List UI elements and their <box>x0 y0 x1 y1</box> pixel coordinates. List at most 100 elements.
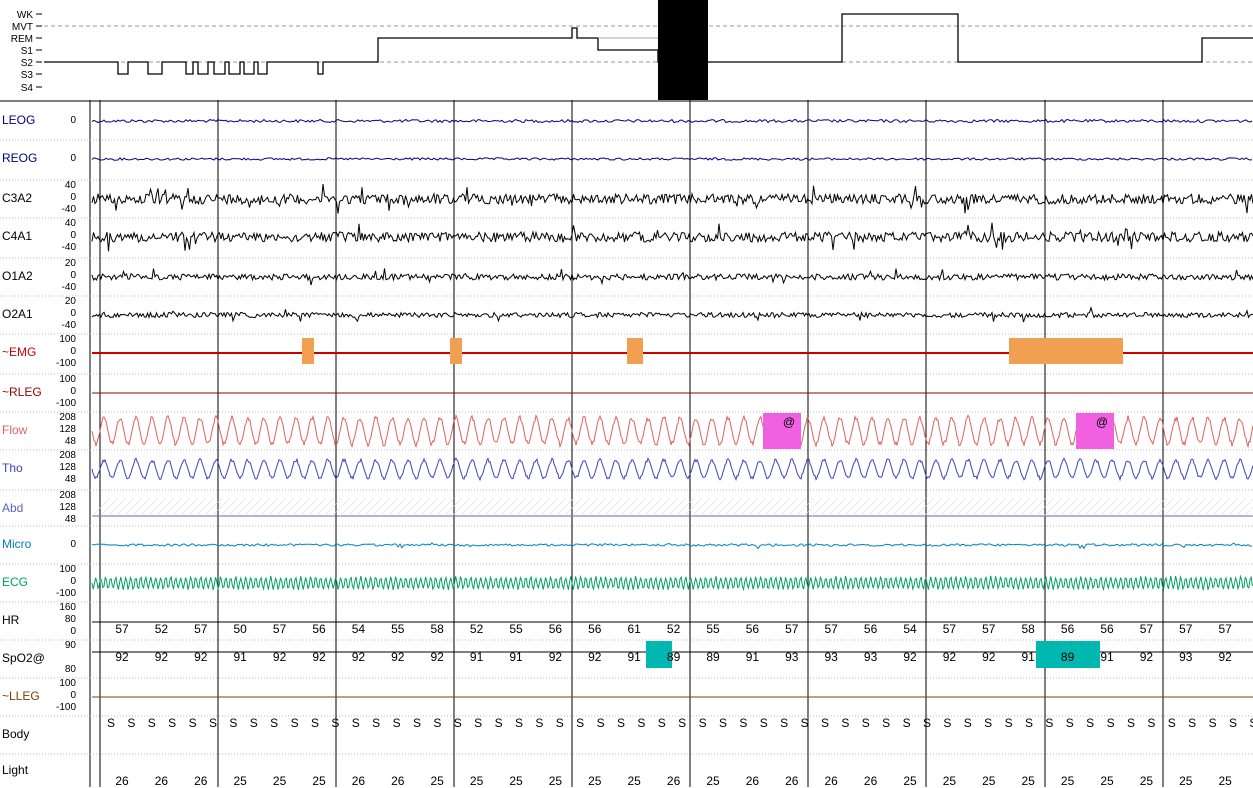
channel-scale-value: 208 <box>59 412 76 423</box>
abd-hatch <box>435 497 455 517</box>
abd-hatch <box>579 497 599 517</box>
abd-hatch <box>603 497 623 517</box>
c4a1-trace <box>91 222 1253 252</box>
abd-hatch <box>387 497 407 517</box>
channel-label-tho[interactable]: Tho <box>2 461 23 475</box>
light-value: 25 <box>1179 774 1193 788</box>
channel-label-light[interactable]: Light <box>2 763 28 777</box>
channel-scale-value: 0 <box>70 153 76 164</box>
channel-label-leog[interactable]: LEOG <box>2 113 35 127</box>
channel-scale-value: 128 <box>59 502 76 513</box>
channel-scale-value: 0 <box>70 690 76 701</box>
body-position-value: S <box>494 716 503 730</box>
channel-scale-value: 0 <box>70 539 76 550</box>
channel-label-emg[interactable]: ~EMG <box>2 345 36 359</box>
channel-label-o1a2[interactable]: O1A2 <box>2 269 33 283</box>
channel-scale-value: 40 <box>64 218 76 229</box>
body-position-value: S <box>678 716 687 730</box>
body-position-value: S <box>1004 716 1013 730</box>
channel-label-abd[interactable]: Abd <box>2 501 23 515</box>
abd-hatch <box>1211 497 1231 517</box>
abd-hatch <box>1235 498 1253 517</box>
signal-traces-panel[interactable]: @ @ <box>0 100 1253 787</box>
channel-scale-value: 128 <box>59 462 76 473</box>
abd-hatch <box>187 497 207 517</box>
channel-scale-value: 48 <box>64 514 76 525</box>
abd-hatch <box>787 497 807 517</box>
abd-hatch <box>539 497 559 517</box>
body-position-value: S <box>1065 716 1074 730</box>
channel-scale-value: 48 <box>64 436 76 447</box>
abd-hatch <box>979 497 999 517</box>
abd-hatch <box>995 497 1015 517</box>
channel-label-rleg[interactable]: ~RLEG <box>2 385 42 399</box>
hr-value: 55 <box>706 622 720 636</box>
light-value: 25 <box>627 774 641 788</box>
abd-hatch <box>987 497 1007 517</box>
body-position-value: S <box>943 716 952 730</box>
light-value: 25 <box>903 774 917 788</box>
abd-hatch <box>323 497 343 517</box>
abd-hatch <box>891 497 911 517</box>
abd-hatch <box>123 497 143 517</box>
abd-hatch <box>139 497 159 517</box>
channel-scale-value: 0 <box>70 576 76 587</box>
channel-label-micro[interactable]: Micro <box>2 537 31 551</box>
abd-hatch <box>427 497 447 517</box>
spo2-value: 89 <box>666 650 681 664</box>
abd-hatch <box>923 497 943 517</box>
abd-hatch <box>243 497 263 517</box>
abd-hatch <box>795 497 815 517</box>
abd-hatch <box>523 497 543 517</box>
channel-label-flow[interactable]: Flow <box>2 423 27 437</box>
light-value: 26 <box>154 774 169 788</box>
channel-label-ecg[interactable]: ECG <box>2 575 28 589</box>
abd-hatch <box>547 497 567 517</box>
light-value: 25 <box>1218 774 1232 788</box>
channel-label-spo2[interactable]: SpO2@ <box>2 651 45 665</box>
abd-hatch <box>515 497 535 517</box>
light-value: 26 <box>194 774 208 788</box>
abd-hatch <box>251 497 271 517</box>
o1a2-trace <box>91 268 1253 286</box>
abd-hatch <box>203 497 223 517</box>
channel-label-lleg[interactable]: ~LLEG <box>2 689 40 703</box>
abd-hatch <box>419 497 439 517</box>
abd-hatch <box>483 497 503 517</box>
channel-label-hr[interactable]: HR <box>2 613 19 627</box>
abd-hatch <box>563 497 583 517</box>
body-position-value: S <box>1106 716 1115 730</box>
body-position-value: S <box>657 716 666 730</box>
channel-scale-value: 0 <box>70 346 76 357</box>
body-position-value: S <box>861 716 870 730</box>
spo2-value: 91 <box>469 650 484 664</box>
channel-scale-value: 0 <box>70 626 76 637</box>
channel-scale-value: 0 <box>70 115 76 126</box>
spo2-value: 93 <box>785 650 799 664</box>
channel-scale-value: 20 <box>64 258 76 269</box>
channel-label-c4a1[interactable]: C4A1 <box>2 229 32 243</box>
hr-value: 56 <box>548 622 563 636</box>
abd-hatch <box>651 497 671 517</box>
channel-label-c3a2[interactable]: C3A2 <box>2 191 32 205</box>
light-value: 25 <box>1139 774 1154 788</box>
abd-hatch <box>571 497 591 517</box>
hr-value: 56 <box>745 622 760 636</box>
abd-hatch <box>1083 497 1103 517</box>
channel-label-body[interactable]: Body <box>2 727 29 741</box>
hr-value: 57 <box>1139 622 1154 636</box>
hypnogram-stage-label: S3 <box>21 70 34 81</box>
spo2-value: 93 <box>824 650 838 664</box>
hypnogram-stage-label: MVT <box>12 22 33 33</box>
channel-label-reog[interactable]: REOG <box>2 151 37 165</box>
leog-trace <box>91 118 1253 124</box>
abd-hatch <box>843 497 863 517</box>
abd-hatch <box>1171 497 1191 517</box>
abd-hatch <box>643 497 663 517</box>
channel-label-o2a1[interactable]: O2A1 <box>2 307 33 321</box>
body-position-value: S <box>392 716 401 730</box>
abd-hatch <box>691 497 711 517</box>
hypnogram[interactable]: WKMVTREMS1S2S3 S4 <box>0 0 1253 102</box>
hr-value: 57 <box>115 622 129 636</box>
body-position-value: S <box>1086 716 1095 730</box>
